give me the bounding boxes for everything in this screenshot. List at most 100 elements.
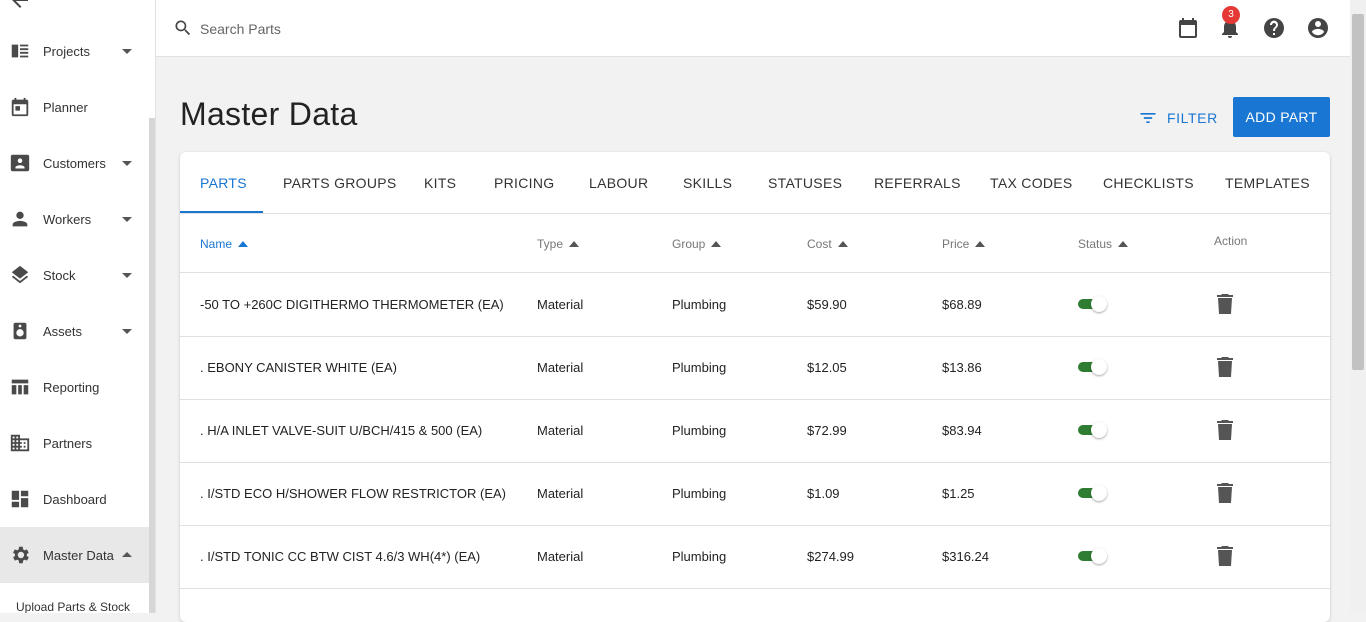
sidebar-item-dashboard[interactable]: Dashboard (0, 471, 150, 527)
status-toggle[interactable] (1078, 296, 1107, 312)
sidebar-item-label: Assets (43, 323, 83, 339)
sidebar-item-projects[interactable]: Projects (0, 23, 150, 79)
help-icon[interactable] (1262, 16, 1286, 40)
column-header-group[interactable]: Group (672, 236, 722, 252)
cell-type: Material (537, 296, 584, 312)
cell-name: . EBONY CANISTER WHITE (EA) (200, 359, 397, 375)
cell-name: . I/STD TONIC CC BTW CIST 4.6/3 WH(4*) (… (200, 548, 481, 564)
caret-down-icon[interactable] (121, 157, 133, 169)
sort-ascending-icon (569, 241, 580, 247)
add-part-button[interactable]: ADD PART (1233, 97, 1330, 137)
building-icon (8, 431, 32, 455)
cell-cost: $274.99 (807, 548, 854, 564)
trash-icon[interactable] (1216, 357, 1234, 377)
table-row[interactable]: -50 TO +260C DIGITHERMO THERMOMETER (EA)… (180, 273, 1330, 337)
cell-cost: $72.99 (807, 422, 847, 438)
cell-price: $316.24 (942, 548, 989, 564)
sidebar-item-label: Master Data (43, 547, 114, 563)
table-row[interactable]: . H/A INLET VALVE-SUIT U/BCH/415 & 500 (… (180, 399, 1330, 463)
table-row[interactable]: . I/STD TONIC CC BTW CIST 4.6/3 WH(4*) (… (180, 525, 1330, 589)
cell-cost: $59.90 (807, 296, 847, 312)
caret-down-icon[interactable] (121, 325, 133, 337)
tab-pricing[interactable]: PRICING (494, 152, 554, 213)
column-header-label: Group (672, 237, 706, 251)
sidebar-item-label: Planner (43, 99, 88, 115)
status-toggle[interactable] (1078, 422, 1107, 438)
column-header-label: Type (537, 237, 564, 251)
cell-price: $1.25 (942, 485, 975, 501)
sidebar-item-master-data[interactable]: Master Data (0, 527, 150, 583)
table-icon (8, 375, 32, 399)
filter-button[interactable]: FILTER (1138, 106, 1218, 130)
column-header-type[interactable]: Type (537, 236, 580, 252)
person-icon (8, 207, 32, 231)
calendar-icon[interactable] (1176, 16, 1200, 40)
cell-type: Material (537, 548, 584, 564)
tab-statuses[interactable]: STATUSES (768, 152, 842, 213)
sidebar-item-partners[interactable]: Partners (0, 415, 150, 471)
tab-kits[interactable]: KITS (424, 152, 456, 213)
sidebar-item-workers[interactable]: Workers (0, 191, 150, 247)
table-row[interactable]: . EBONY CANISTER WHITE (EA) Material Plumb… (180, 336, 1330, 400)
tab-tax-codes[interactable]: TAX CODES (990, 152, 1073, 213)
cell-type: Material (537, 422, 584, 438)
cell-name: . I/STD ECO H/SHOWER FLOW RESTRICTOR (EA… (200, 485, 506, 501)
page-title: Master Data (180, 96, 358, 132)
active-tab-indicator (180, 211, 263, 213)
tab-skills[interactable]: SKILLS (683, 152, 732, 213)
trash-icon[interactable] (1216, 483, 1234, 503)
caret-down-icon[interactable] (121, 269, 133, 281)
account-avatar-icon[interactable] (1306, 16, 1330, 40)
tab-parts-groups[interactable]: PARTS GROUPS (283, 152, 397, 213)
cell-group: Plumbing (672, 485, 727, 501)
sidebar-scrollbar[interactable] (149, 118, 155, 613)
trash-icon[interactable] (1216, 420, 1234, 440)
tab-referrals[interactable]: REFERRALS (874, 152, 961, 213)
back-arrow-icon[interactable] (8, 0, 32, 12)
sort-ascending-icon (975, 241, 986, 247)
status-toggle[interactable] (1078, 485, 1107, 501)
sidebar-item-customers[interactable]: Customers (0, 135, 150, 191)
trash-icon[interactable] (1216, 294, 1234, 314)
status-toggle[interactable] (1078, 548, 1107, 564)
column-header-label: Status (1078, 237, 1113, 251)
tab-templates[interactable]: TEMPLATES (1225, 152, 1310, 213)
sort-ascending-icon (837, 241, 848, 247)
cell-name: . H/A INLET VALVE-SUIT U/BCH/415 & 500 (… (200, 422, 483, 438)
calendar-icon (8, 95, 32, 119)
toggle-knob (1091, 422, 1107, 438)
column-header-status[interactable]: Status (1078, 236, 1129, 252)
assets-icon (8, 319, 32, 343)
page-scrollbar-thumb[interactable] (1352, 14, 1364, 370)
column-header-label: Name (200, 237, 233, 251)
cell-name: -50 TO +260C DIGITHERMO THERMOMETER (EA) (200, 296, 504, 312)
status-toggle[interactable] (1078, 359, 1107, 375)
tab-parts[interactable]: PARTS (200, 152, 247, 213)
table-row[interactable]: . I/STD ECO H/SHOWER FLOW RESTRICTOR (EA… (180, 462, 1330, 526)
layers-icon (8, 263, 32, 287)
filter-label: FILTER (1167, 110, 1218, 126)
sidebar-item-label: Partners (43, 435, 93, 451)
cell-group: Plumbing (672, 548, 727, 564)
caret-down-icon[interactable] (121, 213, 133, 225)
search-input[interactable] (198, 16, 502, 42)
column-header-price[interactable]: Price (942, 236, 986, 252)
toggle-knob (1091, 485, 1107, 501)
sidebar-item-reporting[interactable]: Reporting (0, 359, 150, 415)
tab-labour[interactable]: LABOUR (589, 152, 648, 213)
column-header-name[interactable]: Name (200, 236, 249, 252)
sidebar-item-stock[interactable]: Stock (0, 247, 150, 303)
sidebar-item-planner[interactable]: Planner (0, 79, 150, 135)
column-header-action: Action (1214, 234, 1248, 248)
sidebar-item-assets[interactable]: Assets (0, 303, 150, 359)
cell-price: $83.94 (942, 422, 982, 438)
sort-ascending-icon (1118, 241, 1129, 247)
trash-icon[interactable] (1216, 546, 1234, 566)
filter-icon (1140, 113, 1156, 123)
caret-down-icon[interactable] (121, 45, 133, 57)
tab-bar: PARTS PARTS GROUPS KITS PRICING LABOUR SKILLS… (180, 152, 1330, 214)
column-header-cost[interactable]: Cost (807, 236, 848, 252)
sidebar-subitem-upload[interactable]: Upload Parts & Stock (16, 600, 130, 613)
caret-up-icon[interactable] (121, 549, 133, 561)
tab-checklists[interactable]: CHECKLISTS (1103, 152, 1194, 213)
